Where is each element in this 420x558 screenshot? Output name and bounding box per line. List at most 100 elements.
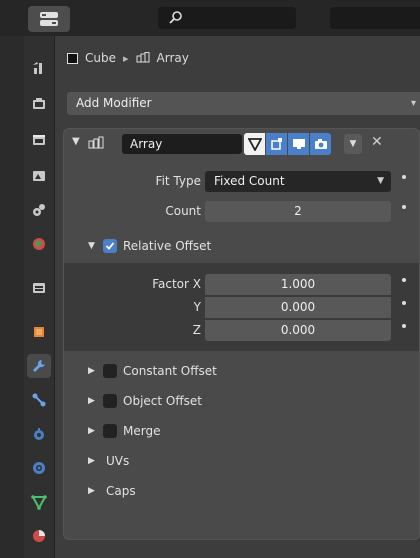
edit-mode-cage-toggle[interactable] (244, 133, 265, 155)
render-tab[interactable] (27, 92, 51, 116)
material-tab[interactable] (27, 524, 51, 548)
particles-tab[interactable] (27, 388, 51, 412)
expand-arrow-icon: ▶ (88, 486, 95, 496)
add-modifier-button[interactable]: Add Modifier ▾ (67, 92, 420, 115)
expand-arrow-icon: ▶ (88, 396, 95, 406)
visibility-toggles (244, 133, 332, 155)
modifier-header: ▼ Array ▼ ✕ (64, 129, 419, 159)
output-icon (33, 135, 45, 145)
view-layer-tab[interactable] (27, 164, 51, 188)
wrench-icon (33, 360, 45, 372)
search-icon (169, 11, 182, 24)
count-label: Count (165, 204, 201, 218)
modifier-menu-button[interactable]: ▼ (344, 134, 362, 154)
relative-offset-header[interactable]: ▼ Relative Offset (64, 235, 419, 257)
chevron-down-icon: ▼ (349, 139, 357, 149)
modifier-tab[interactable] (27, 354, 51, 378)
breadcrumb-object: Cube (85, 51, 116, 65)
world-icon (33, 238, 45, 250)
material-icon (33, 530, 45, 542)
collapse-arrow-icon: ▼ (88, 241, 95, 251)
checkmark-icon (105, 242, 115, 250)
data-tab[interactable] (27, 490, 51, 514)
uvs-header[interactable]: ▶ UVs (64, 450, 419, 472)
collapse-arrow-icon[interactable]: ▼ (72, 136, 80, 147)
constant-offset-label: Constant Offset (123, 364, 217, 378)
properties-editor-icon (40, 12, 58, 26)
properties-panel: Cube ▸ Array Add Modifier ▾ ▼ Array ▼ ✕ … (55, 36, 420, 558)
expand-arrow-icon: ▶ (88, 366, 95, 376)
factor-y-label: Y (193, 300, 201, 314)
relative-offset-section: Factor X 1.000 Y 0.000 Z 0.000 (64, 263, 419, 351)
collection-icon (33, 283, 45, 293)
keyframe-dot-icon[interactable] (402, 324, 406, 328)
array-modifier-icon (88, 136, 104, 149)
chevron-down-icon: ▾ (410, 98, 416, 109)
add-modifier-label: Add Modifier (76, 96, 152, 110)
count-field[interactable]: 2 (205, 201, 391, 222)
factor-x-field[interactable]: 1.000 (205, 274, 391, 295)
edit-mode-icon (270, 138, 282, 150)
monitor-icon (292, 139, 305, 149)
left-margin (0, 36, 24, 558)
tool-tab[interactable] (27, 56, 51, 80)
factor-y-field[interactable]: 0.000 (205, 297, 391, 318)
render-toggle[interactable] (310, 133, 331, 155)
tool-icon (33, 62, 42, 74)
header-region (330, 7, 420, 29)
edit-mode-toggle[interactable] (266, 133, 287, 155)
constraints-tab[interactable] (27, 456, 51, 480)
caps-label: Caps (106, 484, 136, 498)
object-icon (34, 327, 44, 337)
render-icon (33, 98, 45, 109)
object-offset-label: Object Offset (123, 394, 202, 408)
constant-offset-checkbox[interactable] (103, 364, 117, 378)
array-modifier-panel: ▼ Array ▼ ✕ Fit Type Fixed Count ▼ Count… (63, 128, 420, 540)
mesh-object-icon (67, 52, 78, 64)
factor-z-field[interactable]: 0.000 (205, 320, 391, 341)
keyframe-dot-icon[interactable] (402, 175, 406, 179)
physics-tab[interactable] (27, 422, 51, 446)
vertex-triangle-icon (247, 138, 262, 151)
keyframe-dot-icon[interactable] (402, 205, 406, 209)
camera-icon (314, 139, 327, 149)
chevron-down-icon: ▼ (377, 176, 384, 186)
factor-z-label: Z (192, 323, 201, 337)
breadcrumb-modifier: Array (156, 51, 189, 65)
merge-label: Merge (123, 424, 161, 438)
close-icon[interactable]: ✕ (371, 134, 383, 150)
caps-header[interactable]: ▶ Caps (64, 480, 419, 502)
view-layer-icon (33, 171, 45, 181)
merge-checkbox[interactable] (103, 424, 117, 438)
modifier-name-field[interactable]: Array (122, 134, 242, 154)
breadcrumb-separator-icon: ▸ (122, 51, 129, 65)
fit-type-select[interactable]: Fixed Count ▼ (205, 171, 391, 192)
output-tab[interactable] (27, 128, 51, 152)
count-row: Count 2 (64, 201, 419, 223)
constraints-icon (33, 462, 45, 474)
object-offset-header[interactable]: ▶ Object Offset (64, 390, 419, 412)
editor-type-button[interactable] (28, 6, 70, 32)
mesh-data-icon (31, 495, 47, 510)
breadcrumb: Cube ▸ Array (67, 48, 189, 68)
relative-offset-checkbox[interactable] (103, 239, 117, 253)
constant-offset-header[interactable]: ▶ Constant Offset (64, 360, 419, 382)
fit-type-label: Fit Type (155, 174, 201, 188)
viewport-display-toggle[interactable] (288, 133, 309, 155)
uvs-label: UVs (106, 454, 130, 468)
search-input[interactable] (158, 7, 296, 29)
collection-tab[interactable] (27, 276, 51, 300)
object-offset-checkbox[interactable] (103, 394, 117, 408)
top-header (0, 0, 420, 37)
merge-header[interactable]: ▶ Merge (64, 420, 419, 442)
particles-icon (32, 393, 46, 407)
scene-tab[interactable] (27, 198, 51, 222)
world-tab[interactable] (27, 232, 51, 256)
keyframe-dot-icon[interactable] (402, 278, 406, 282)
scene-icon (33, 204, 45, 216)
expand-arrow-icon: ▶ (88, 456, 95, 466)
array-modifier-icon (136, 52, 150, 63)
properties-tab-strip (24, 36, 55, 558)
object-tab[interactable] (27, 320, 51, 344)
keyframe-dot-icon[interactable] (402, 301, 406, 305)
